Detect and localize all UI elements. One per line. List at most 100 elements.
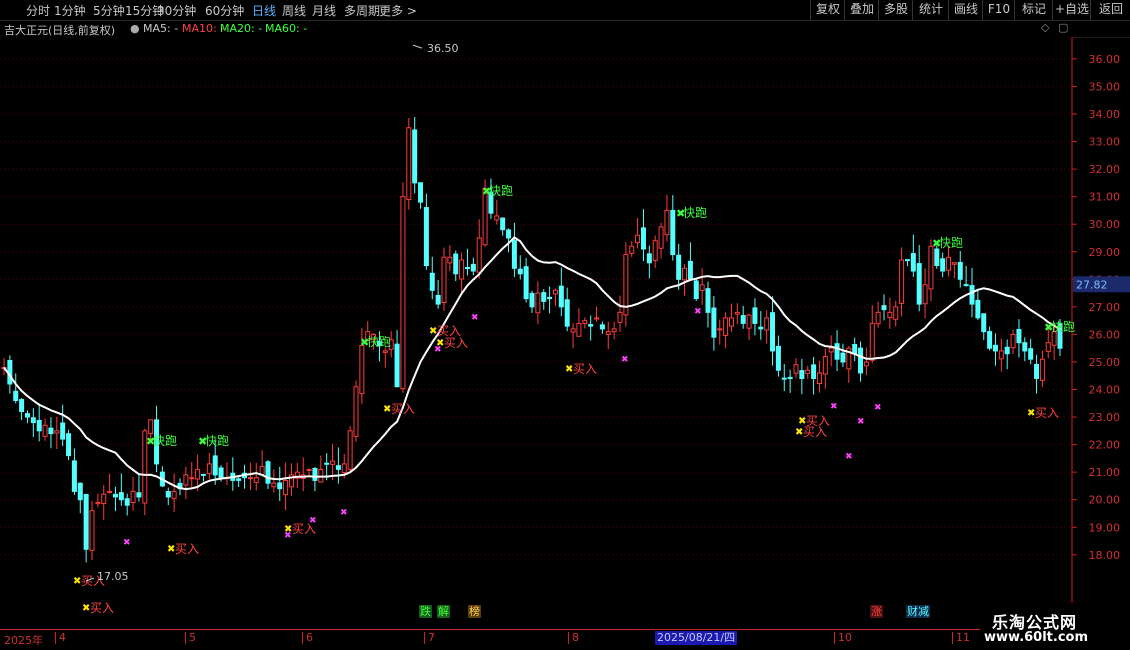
diamond-icon[interactable]: ◇ bbox=[1041, 21, 1049, 34]
candle-body[interactable] bbox=[658, 226, 664, 249]
candle-body[interactable] bbox=[476, 237, 482, 273]
candle-body[interactable] bbox=[775, 345, 781, 371]
candle-body[interactable] bbox=[136, 492, 142, 498]
period-tab-6[interactable]: 日线 bbox=[252, 2, 276, 19]
candle-body[interactable] bbox=[981, 313, 987, 333]
candle-body[interactable] bbox=[83, 493, 89, 550]
candle-body[interactable] bbox=[494, 215, 500, 221]
period-tab-7[interactable]: 周线 bbox=[282, 2, 306, 19]
candle-body[interactable] bbox=[946, 256, 952, 271]
period-tab-10[interactable]: 更多 > bbox=[379, 2, 417, 19]
candle-body[interactable] bbox=[693, 280, 699, 300]
candle-body[interactable] bbox=[992, 344, 998, 352]
candle-body[interactable] bbox=[130, 490, 136, 504]
candle-body[interactable] bbox=[535, 292, 541, 314]
candle-body[interactable] bbox=[858, 347, 864, 374]
candle-body[interactable] bbox=[1004, 346, 1010, 355]
candle-body[interactable] bbox=[588, 324, 594, 327]
candle-body[interactable] bbox=[764, 317, 770, 331]
candle-body[interactable] bbox=[793, 364, 799, 374]
candle-body[interactable] bbox=[640, 227, 646, 250]
candle-body[interactable] bbox=[312, 468, 318, 481]
dropdown-circle-icon[interactable]: ● bbox=[130, 22, 140, 35]
candle-body[interactable] bbox=[928, 245, 934, 290]
candle-body[interactable] bbox=[429, 272, 435, 291]
candle-body[interactable] bbox=[881, 305, 887, 311]
candle-body[interactable] bbox=[547, 296, 553, 300]
candle-body[interactable] bbox=[283, 479, 289, 496]
candle-body[interactable] bbox=[869, 322, 875, 361]
candle-body[interactable] bbox=[529, 292, 535, 308]
candle-body[interactable] bbox=[670, 209, 676, 256]
candle-body[interactable] bbox=[441, 256, 447, 304]
candle-body[interactable] bbox=[60, 422, 66, 440]
candle-body[interactable] bbox=[899, 259, 905, 304]
candle-body[interactable] bbox=[453, 253, 459, 275]
toolbar-button-5[interactable]: F10 bbox=[982, 0, 1015, 20]
candle-body[interactable] bbox=[1028, 348, 1034, 360]
candle-body[interactable] bbox=[394, 343, 400, 388]
candle-body[interactable] bbox=[400, 196, 406, 390]
candle-body[interactable] bbox=[253, 477, 259, 483]
candle-body[interactable] bbox=[611, 328, 617, 333]
candle-body[interactable] bbox=[347, 430, 353, 470]
candle-body[interactable] bbox=[605, 331, 611, 335]
candle-body[interactable] bbox=[916, 263, 922, 305]
candle-body[interactable] bbox=[687, 260, 693, 280]
candle-body[interactable] bbox=[330, 460, 336, 465]
candle-body[interactable] bbox=[165, 491, 171, 498]
candle-body[interactable] bbox=[552, 289, 558, 295]
candle-body[interactable] bbox=[799, 370, 805, 379]
candle-body[interactable] bbox=[447, 256, 453, 264]
candle-body[interactable] bbox=[271, 482, 277, 488]
toolbar-button-7[interactable]: +自选 bbox=[1052, 0, 1091, 20]
candle-body[interactable] bbox=[781, 377, 787, 380]
candle-body[interactable] bbox=[1022, 342, 1028, 352]
candle-body[interactable] bbox=[48, 427, 54, 435]
candle-body[interactable] bbox=[42, 424, 48, 437]
candle-body[interactable] bbox=[682, 267, 688, 281]
event-marker-0[interactable]: 跌 bbox=[419, 605, 432, 618]
candle-body[interactable] bbox=[470, 263, 476, 272]
candle-body[interactable] bbox=[341, 463, 347, 474]
event-marker-1[interactable]: 解 bbox=[437, 605, 450, 618]
toolbar-button-1[interactable]: 叠加 bbox=[844, 0, 879, 20]
toolbar-button-3[interactable]: 统计 bbox=[912, 0, 949, 20]
candle-body[interactable] bbox=[770, 312, 776, 352]
candle-body[interactable] bbox=[910, 253, 916, 272]
candle-body[interactable] bbox=[646, 253, 652, 264]
event-marker-3[interactable]: 涨 bbox=[870, 605, 883, 618]
candle-body[interactable] bbox=[594, 317, 600, 320]
period-tab-4[interactable]: 30分钟 bbox=[157, 2, 196, 19]
candle-body[interactable] bbox=[1010, 333, 1016, 349]
candle-body[interactable] bbox=[934, 248, 940, 267]
candle-body[interactable] bbox=[987, 331, 993, 349]
candle-body[interactable] bbox=[247, 477, 253, 480]
candle-body[interactable] bbox=[863, 361, 869, 367]
candle-body[interactable] bbox=[236, 478, 242, 481]
candle-body[interactable] bbox=[218, 467, 224, 479]
candle-body[interactable] bbox=[969, 285, 975, 305]
candle-body[interactable] bbox=[66, 433, 72, 457]
candle-body[interactable] bbox=[1039, 358, 1045, 381]
candle-body[interactable] bbox=[107, 490, 113, 493]
candle-body[interactable] bbox=[975, 299, 981, 319]
candle-body[interactable] bbox=[335, 465, 341, 470]
candle-body[interactable] bbox=[353, 386, 359, 437]
candle-body[interactable] bbox=[200, 473, 206, 476]
candle-body[interactable] bbox=[875, 311, 881, 325]
candle-body[interactable] bbox=[382, 350, 388, 353]
candle-body[interactable] bbox=[728, 317, 734, 327]
candle-body[interactable] bbox=[893, 306, 899, 320]
candle-body[interactable] bbox=[822, 355, 828, 375]
candle-body[interactable] bbox=[617, 311, 623, 323]
candle-body[interactable] bbox=[787, 376, 793, 379]
candle-body[interactable] bbox=[183, 474, 189, 486]
period-tab-1[interactable]: 1分钟 bbox=[54, 2, 86, 19]
candle-body[interactable] bbox=[652, 240, 658, 261]
period-tab-0[interactable]: 分时 bbox=[26, 2, 50, 19]
candle-body[interactable] bbox=[77, 482, 83, 501]
candle-body[interactable] bbox=[435, 294, 441, 305]
candle-body[interactable] bbox=[412, 129, 418, 184]
candle-body[interactable] bbox=[558, 285, 564, 308]
